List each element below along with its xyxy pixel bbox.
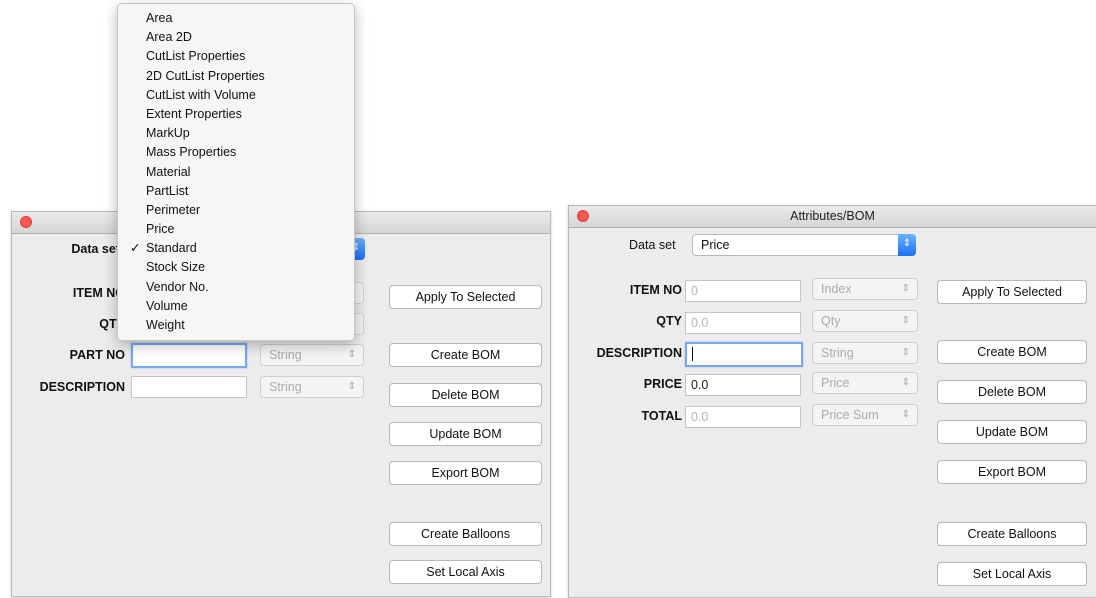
left-export-bom-button[interactable]: Export BOM	[389, 461, 542, 485]
right-window-title: Attributes/BOM	[790, 209, 875, 223]
left-delete-bom-button[interactable]: Delete BOM	[389, 383, 542, 407]
left-partno-field[interactable]	[131, 343, 247, 368]
text-caret	[692, 346, 693, 361]
right-price-label: PRICE	[643, 377, 682, 391]
right-create-balloons-button[interactable]: Create Balloons	[937, 522, 1087, 546]
right-itemno-label: ITEM NO	[629, 283, 682, 297]
menu-item-standard[interactable]: ✓ Standard	[118, 239, 354, 258]
menu-item-vendor-no[interactable]: Vendor No.	[118, 278, 354, 297]
close-icon[interactable]	[577, 210, 589, 222]
chevron-updown-icon: ⇕	[898, 234, 916, 256]
menu-item-stock-size[interactable]: Stock Size	[118, 258, 354, 277]
right-update-bom-button[interactable]: Update BOM	[937, 420, 1087, 444]
right-qty-label: QTY	[656, 314, 682, 328]
right-total-field[interactable]: 0.0	[685, 406, 801, 428]
right-total-type[interactable]: Price Sum ⇕	[812, 404, 918, 426]
left-apply-to-selected-button[interactable]: Apply To Selected	[389, 285, 542, 309]
menu-item-area[interactable]: Area	[118, 9, 354, 28]
right-create-bom-button[interactable]: Create BOM	[937, 340, 1087, 364]
right-qty-type[interactable]: Qty ⇕	[812, 310, 918, 332]
menu-item-cutlist-with-volume[interactable]: CutList with Volume	[118, 86, 354, 105]
right-delete-bom-button[interactable]: Delete BOM	[937, 380, 1087, 404]
menu-item-partlist[interactable]: PartList	[118, 182, 354, 201]
left-create-bom-button[interactable]: Create BOM	[389, 343, 542, 367]
left-description-field[interactable]	[131, 376, 247, 398]
right-dataset-select[interactable]: Price ⇕	[692, 234, 916, 256]
left-dataset-label: Data set	[71, 242, 120, 256]
right-window: Attributes/BOM Data set Price ⇕ ITEM NO …	[568, 205, 1096, 598]
right-set-local-axis-button[interactable]: Set Local Axis	[937, 562, 1087, 586]
right-qty-field[interactable]: 0.0	[685, 312, 801, 334]
menu-item-markup[interactable]: MarkUp	[118, 124, 354, 143]
right-apply-to-selected-button[interactable]: Apply To Selected	[937, 280, 1087, 304]
right-itemno-field[interactable]: 0	[685, 280, 801, 302]
left-description-label: DESCRIPTION	[39, 380, 125, 394]
right-description-label: DESCRIPTION	[596, 346, 682, 360]
checkmark-icon: ✓	[130, 241, 141, 256]
menu-item-material[interactable]: Material	[118, 163, 354, 182]
menu-item-extent-properties[interactable]: Extent Properties	[118, 105, 354, 124]
menu-item-volume[interactable]: Volume	[118, 297, 354, 316]
right-dataset-label: Data set	[629, 238, 676, 252]
menu-item-2d-cutlist-properties[interactable]: 2D CutList Properties	[118, 67, 354, 86]
left-description-type[interactable]: String ⇕	[260, 376, 364, 398]
left-partno-type[interactable]: String ⇕	[260, 344, 364, 366]
right-price-type[interactable]: Price ⇕	[812, 372, 918, 394]
right-itemno-type[interactable]: Index ⇕	[812, 278, 918, 300]
menu-item-area-2d[interactable]: Area 2D	[118, 28, 354, 47]
right-export-bom-button[interactable]: Export BOM	[937, 460, 1087, 484]
left-partno-label: PART NO	[69, 348, 125, 362]
left-update-bom-button[interactable]: Update BOM	[389, 422, 542, 446]
dataset-dropdown-menu: Area Area 2D CutList Properties 2D CutList …	[117, 3, 355, 341]
close-icon[interactable]	[20, 216, 32, 228]
right-price-field[interactable]: 0.0	[685, 374, 801, 396]
right-description-field[interactable]	[685, 342, 803, 367]
left-set-local-axis-button[interactable]: Set Local Axis	[389, 560, 542, 584]
menu-item-price[interactable]: Price	[118, 220, 354, 239]
menu-item-perimeter[interactable]: Perimeter	[118, 201, 354, 220]
right-total-label: TOTAL	[641, 409, 682, 423]
menu-item-mass-properties[interactable]: Mass Properties	[118, 143, 354, 162]
menu-item-cutlist-properties[interactable]: CutList Properties	[118, 47, 354, 66]
right-description-type[interactable]: String ⇕	[812, 342, 918, 364]
left-create-balloons-button[interactable]: Create Balloons	[389, 522, 542, 546]
menu-item-weight[interactable]: Weight	[118, 316, 354, 335]
right-titlebar: Attributes/BOM	[569, 206, 1096, 228]
